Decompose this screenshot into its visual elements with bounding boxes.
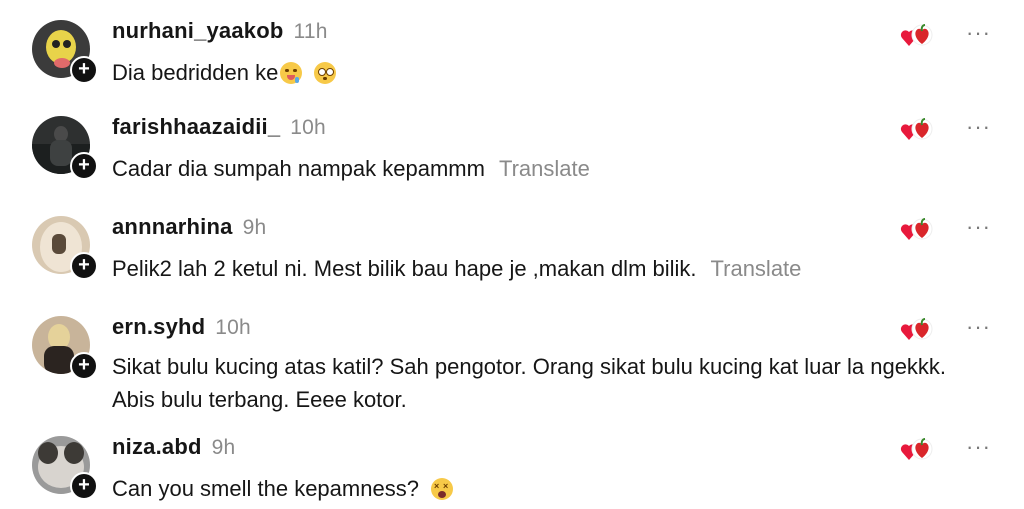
username-text[interactable]: farishhaazaidii_ [112, 114, 280, 139]
avatar[interactable]: + [32, 316, 98, 380]
comment-text: Dia bedridden ke [112, 56, 952, 89]
comment-username[interactable]: niza.abd 9h [112, 434, 235, 460]
comment-time: 9h [211, 436, 236, 459]
comment-text: Sikat bulu kucing atas katil? Sah pengot… [112, 350, 952, 416]
dizzy-face-icon: × × [430, 478, 453, 500]
follow-badge-icon[interactable]: + [70, 472, 98, 500]
comment-time: 9h [242, 216, 267, 239]
comment-time: 11h [293, 20, 328, 43]
comment-body: Cadar dia sumpah nampak kepammm [112, 156, 485, 181]
username-text[interactable]: nurhani_yaakob [112, 18, 284, 43]
reaction-hearts-icon[interactable] [900, 216, 934, 244]
comment-time: 10h [290, 116, 326, 139]
translate-link[interactable]: Translate [499, 156, 590, 181]
drooling-face-icon [280, 62, 303, 84]
more-options-button[interactable]: ··· [966, 20, 991, 46]
flushed-face-icon [314, 62, 337, 84]
comment-username[interactable]: ern.syhd 10h [112, 314, 251, 340]
comment-username[interactable]: nurhani_yaakob 11h [112, 18, 328, 44]
comment-body: Sikat bulu kucing atas katil? Sah pengot… [112, 354, 947, 412]
username-text[interactable]: annnarhina [112, 214, 233, 239]
username-text[interactable]: niza.abd [112, 434, 202, 459]
follow-badge-icon[interactable]: + [70, 252, 98, 280]
comment-text: Can you smell the kepamness? × × [112, 472, 952, 505]
avatar[interactable]: + [32, 20, 98, 84]
follow-badge-icon[interactable]: + [70, 56, 98, 84]
more-options-button[interactable]: ··· [966, 434, 991, 460]
comment-body: Pelik2 lah 2 ketul ni. Mest bilik bau ha… [112, 256, 697, 281]
comment-text: Cadar dia sumpah nampak kepammm Translate [112, 152, 952, 185]
comment-time: 10h [215, 316, 251, 339]
username-text[interactable]: ern.syhd [112, 314, 205, 339]
more-options-button[interactable]: ··· [966, 114, 991, 140]
reaction-hearts-icon[interactable] [900, 436, 934, 464]
reaction-hearts-icon[interactable] [900, 116, 934, 144]
more-options-button[interactable]: ··· [966, 214, 991, 240]
avatar[interactable]: + [32, 436, 98, 500]
avatar[interactable]: + [32, 216, 98, 280]
comment-body: Dia bedridden ke [112, 60, 279, 85]
comment-username[interactable]: annnarhina 9h [112, 214, 266, 240]
avatar[interactable]: + [32, 116, 98, 180]
reaction-hearts-icon[interactable] [900, 22, 934, 50]
follow-badge-icon[interactable]: + [70, 352, 98, 380]
comment-username[interactable]: farishhaazaidii_ 10h [112, 114, 326, 140]
comment-body: Can you smell the kepamness? [112, 476, 419, 501]
comment-text: Pelik2 lah 2 ketul ni. Mest bilik bau ha… [112, 252, 952, 285]
reaction-hearts-icon[interactable] [900, 316, 934, 344]
more-options-button[interactable]: ··· [966, 314, 991, 340]
translate-link[interactable]: Translate [711, 256, 802, 281]
follow-badge-icon[interactable]: + [70, 152, 98, 180]
